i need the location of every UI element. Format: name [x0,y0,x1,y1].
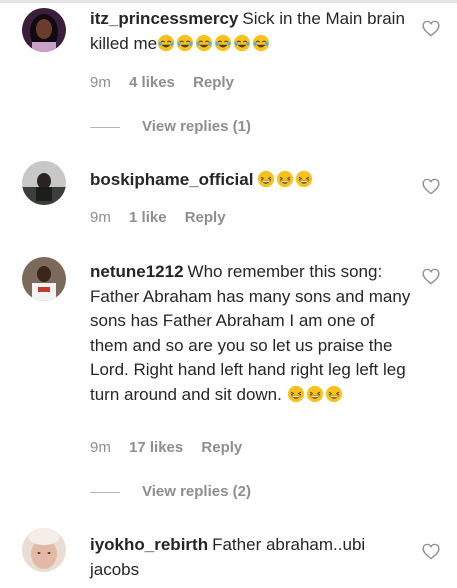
emoji-row [157,32,271,57]
reply-button[interactable]: Reply [193,74,234,91]
face-with-tears-of-joy-icon [252,34,270,51]
divider-line [90,126,120,128]
comment-meta: 9m 17 likes Reply [90,439,256,456]
comment-meta: 9m 4 likes Reply [90,74,248,91]
heart-outline-icon[interactable] [422,178,440,195]
divider-line [90,491,120,493]
heart-outline-icon[interactable] [422,268,440,285]
laughing-face-icon [306,385,323,402]
avatar[interactable] [22,257,66,301]
comment-time: 9m [90,74,111,91]
avatar[interactable] [22,161,66,205]
laughing-face-icon [258,171,275,188]
comment-time: 9m [90,439,111,456]
emoji-row [257,168,314,193]
comment-username[interactable]: netune1212 [90,262,184,281]
emoji-row [287,383,344,408]
comment-text: Who remember this song: Father Abraham h… [90,262,411,404]
view-replies-button[interactable]: View replies (2) [90,483,251,500]
comment-username[interactable]: boskiphame_official [90,170,253,189]
heart-outline-icon[interactable] [422,543,440,560]
avatar[interactable] [22,528,66,572]
laughing-face-icon [296,171,313,188]
heart-outline-icon[interactable] [422,20,440,37]
view-replies-button[interactable]: View replies (1) [90,118,251,135]
comment-time: 9m [90,209,111,226]
avatar[interactable] [22,8,66,52]
comment-username[interactable]: itz_princessmercy [90,9,238,28]
likes-count[interactable]: 4 likes [129,74,175,91]
likes-count[interactable]: 17 likes [129,439,183,456]
view-replies-label: View replies (2) [142,483,251,500]
laughing-face-icon [277,171,294,188]
laughing-face-icon [287,385,304,402]
reply-button[interactable]: Reply [185,209,226,226]
face-with-tears-of-joy-icon [233,34,251,51]
comment-body: iyokho_rebirth Father abraham..ubi jacobs [90,533,410,582]
comment-meta: 9m 1 like Reply [90,209,240,226]
reply-button[interactable]: Reply [201,439,242,456]
view-replies-label: View replies (1) [142,118,251,135]
comment-body: boskiphame_official [90,168,410,193]
comment-username[interactable]: iyokho_rebirth [90,535,208,554]
comment-body: netune1212 Who remember this song: Father… [90,260,416,407]
laughing-face-icon [325,385,342,402]
comment-body: itz_princessmercy Sick in the Main brain … [90,7,410,56]
likes-count[interactable]: 1 like [129,209,167,226]
face-with-tears-of-joy-icon [176,34,194,51]
face-with-tears-of-joy-icon [195,34,213,51]
face-with-tears-of-joy-icon [157,34,175,51]
face-with-tears-of-joy-icon [214,34,232,51]
top-divider [0,0,457,3]
